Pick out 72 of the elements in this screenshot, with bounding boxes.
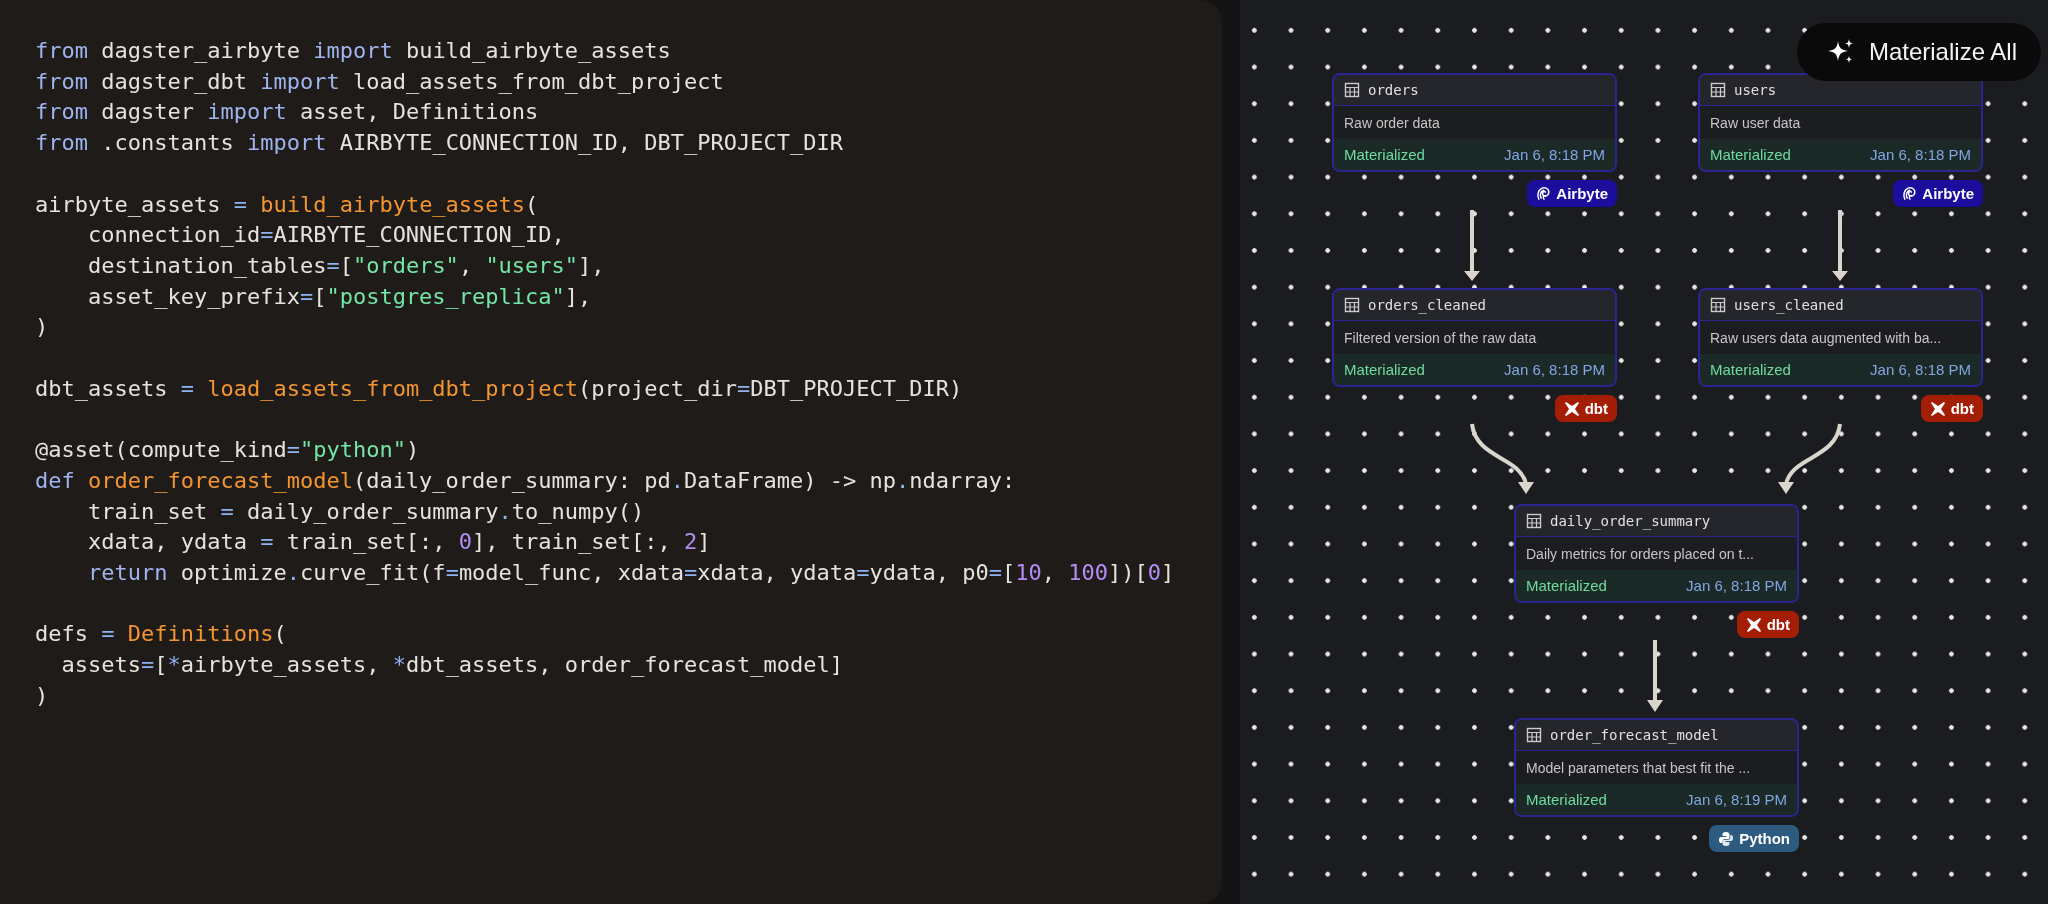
compute-kind-tag: Python bbox=[1709, 825, 1799, 852]
compute-kind-tag: dbt bbox=[1554, 395, 1617, 422]
table-icon bbox=[1710, 82, 1726, 98]
timestamp: Jan 6, 8:18 PM bbox=[1504, 146, 1605, 163]
status-label: Materialized bbox=[1344, 361, 1425, 378]
asset-description: Model parameters that best fit the ... bbox=[1526, 759, 1751, 776]
table-icon bbox=[1344, 297, 1360, 313]
table-icon bbox=[1526, 513, 1542, 529]
code-line: from dagster_airbyte import build_airbyte_assets bbox=[35, 37, 671, 65]
asset-node[interactable]: users_cleaned Raw users data augmented with ba... Materialized Jan 6, 8:18 PM bbox=[1698, 288, 1983, 387]
edge-arrow bbox=[1832, 210, 1848, 281]
asset-description: Daily metrics for orders placed on t... bbox=[1526, 545, 1754, 562]
code-line: assets=[*airbyte_assets, *dbt_assets, order_forecast_model] bbox=[60, 651, 843, 679]
code-line: defs = Definitions( bbox=[35, 620, 287, 649]
code-line: def order_forecast_model(daily_order_summary: pd.DataFrame) -> np.ndarray: bbox=[35, 466, 1016, 495]
code-line: asset_key_prefix=["postgres_replica"], bbox=[86, 282, 592, 311]
asset-description: Raw order data bbox=[1344, 114, 1440, 131]
cross-logo-icon bbox=[1745, 616, 1762, 633]
timestamp: Jan 6, 8:18 PM bbox=[1686, 577, 1787, 594]
code-line: airbyte_assets = build_airbyte_assets( bbox=[35, 190, 539, 219]
compute-kind-tag: dbt bbox=[1736, 611, 1799, 638]
edge-arrow bbox=[1647, 640, 1663, 712]
code-line: connection_id=AIRBYTE_CONNECTION_ID, bbox=[86, 221, 565, 250]
asset-node[interactable]: users Raw user data Materialized Jan 6, 8:18 PM bbox=[1698, 73, 1983, 172]
code-line: from .constants import AIRBYTE_CONNECTION_ID, DBT_PROJECT_DIR bbox=[35, 129, 843, 158]
timestamp: Jan 6, 8:18 PM bbox=[1870, 146, 1971, 163]
status-label: Materialized bbox=[1344, 146, 1425, 163]
asset-description: Raw user data bbox=[1710, 114, 1801, 131]
spiral-icon bbox=[1536, 186, 1552, 201]
asset-name: orders_cleaned bbox=[1368, 297, 1486, 313]
status-label: Materialized bbox=[1710, 361, 1791, 378]
edge-arrow bbox=[1464, 210, 1480, 281]
table-icon bbox=[1526, 727, 1542, 743]
code-line: return optimize.curve_fit(f=model_func, xdata=xdata, ydata=ydata, p0=[10, 100])[0] bbox=[86, 558, 1175, 587]
compute-kind-tag: Airbyte bbox=[1893, 180, 1983, 207]
table-icon bbox=[1710, 297, 1726, 313]
status-label: Materialized bbox=[1526, 577, 1607, 594]
asset-name: orders bbox=[1368, 82, 1419, 98]
spiral-icon bbox=[1902, 186, 1918, 201]
edge-arrow bbox=[1470, 423, 1534, 494]
compute-kind-tag: Airbyte bbox=[1527, 180, 1617, 207]
code-line: xdata, ydata = train_set[:, 0], train_set[:, 2] bbox=[86, 528, 711, 557]
asset-description: Raw users data augmented with ba... bbox=[1710, 329, 1942, 346]
cross-logo-icon bbox=[1563, 400, 1580, 417]
code-line: train_set = daily_order_summary.to_numpy() bbox=[86, 497, 645, 526]
timestamp: Jan 6, 8:18 PM bbox=[1504, 361, 1605, 378]
code-line: ) bbox=[35, 681, 49, 710]
asset-node[interactable]: daily_order_summary Daily metrics for orders placed on t... Materialized Jan 6, 8:18 PM bbox=[1514, 504, 1799, 603]
asset-node[interactable]: orders_cleaned Filtered version of the raw data Materialized Jan 6, 8:18 PM bbox=[1332, 288, 1617, 387]
code-line: ) bbox=[35, 313, 49, 342]
code-line: @asset(compute_kind="python") bbox=[35, 436, 420, 465]
code-line: from dagster_dbt import load_assets_from_dbt_project bbox=[35, 67, 724, 96]
asset-name: users_cleaned bbox=[1734, 297, 1844, 313]
asset-description: Filtered version of the raw data bbox=[1344, 329, 1537, 346]
timestamp: Jan 6, 8:19 PM bbox=[1686, 791, 1787, 808]
asset-name: users bbox=[1734, 82, 1777, 98]
materialize-all-button[interactable]: Materialize All bbox=[1796, 23, 2041, 81]
asset-name: order_forecast_model bbox=[1550, 727, 1719, 743]
compute-kind-tag: dbt bbox=[1920, 395, 1983, 422]
code-line: destination_tables=["orders", "users"], bbox=[86, 251, 605, 280]
asset-node[interactable]: order_forecast_model Model parameters that best fit the ... Materialized Jan 6, 8:19 PM bbox=[1514, 718, 1799, 817]
snakes-logo-icon bbox=[1718, 830, 1735, 847]
timestamp: Jan 6, 8:18 PM bbox=[1870, 361, 1971, 378]
asset-name: daily_order_summary bbox=[1550, 513, 1711, 529]
code-line: from dagster import asset, Definitions bbox=[35, 98, 539, 127]
asset-node[interactable]: orders Raw order data Materialized Jan 6, 8:18 PM bbox=[1332, 73, 1617, 172]
code-line: dbt_assets = load_assets_from_dbt_project(project_dir=DBT_PROJECT_DIR) bbox=[35, 374, 963, 403]
status-label: Materialized bbox=[1710, 146, 1791, 163]
edge-arrow bbox=[1778, 423, 1842, 494]
status-label: Materialized bbox=[1526, 791, 1607, 808]
cross-logo-icon bbox=[1929, 400, 1946, 417]
table-icon bbox=[1344, 82, 1360, 98]
